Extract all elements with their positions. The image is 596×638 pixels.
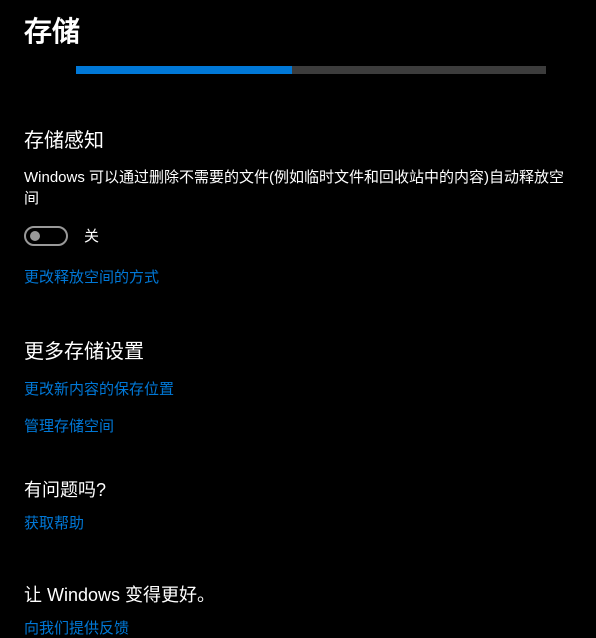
toggle-knob — [30, 231, 40, 241]
help-section: 有问题吗? 获取帮助 — [24, 476, 572, 533]
manage-storage-link[interactable]: 管理存储空间 — [24, 415, 572, 436]
storage-progress-fill — [76, 66, 292, 74]
storage-sense-description: Windows 可以通过删除不需要的文件(例如临时文件和回收站中的内容)自动释放… — [24, 167, 572, 209]
storage-progress-bar — [76, 66, 546, 74]
make-better-title: 让 Windows 变得更好。 — [24, 581, 572, 607]
change-free-space-link[interactable]: 更改释放空间的方式 — [24, 266, 572, 287]
help-title: 有问题吗? — [24, 476, 572, 502]
storage-sense-title: 存储感知 — [24, 124, 572, 153]
storage-sense-toggle-row: 关 — [24, 225, 572, 246]
storage-sense-section: 存储感知 Windows 可以通过删除不需要的文件(例如临时文件和回收站中的内容… — [24, 124, 572, 287]
page-title: 存储 — [24, 0, 572, 66]
feedback-link[interactable]: 向我们提供反馈 — [24, 617, 572, 638]
change-save-location-link[interactable]: 更改新内容的保存位置 — [24, 378, 572, 399]
storage-sense-toggle[interactable] — [24, 226, 68, 246]
more-storage-settings-section: 更多存储设置 更改新内容的保存位置 管理存储空间 — [24, 335, 572, 436]
get-help-link[interactable]: 获取帮助 — [24, 512, 572, 533]
storage-sense-toggle-label: 关 — [84, 225, 99, 246]
more-storage-settings-title: 更多存储设置 — [24, 335, 572, 364]
make-better-section: 让 Windows 变得更好。 向我们提供反馈 — [24, 581, 572, 638]
